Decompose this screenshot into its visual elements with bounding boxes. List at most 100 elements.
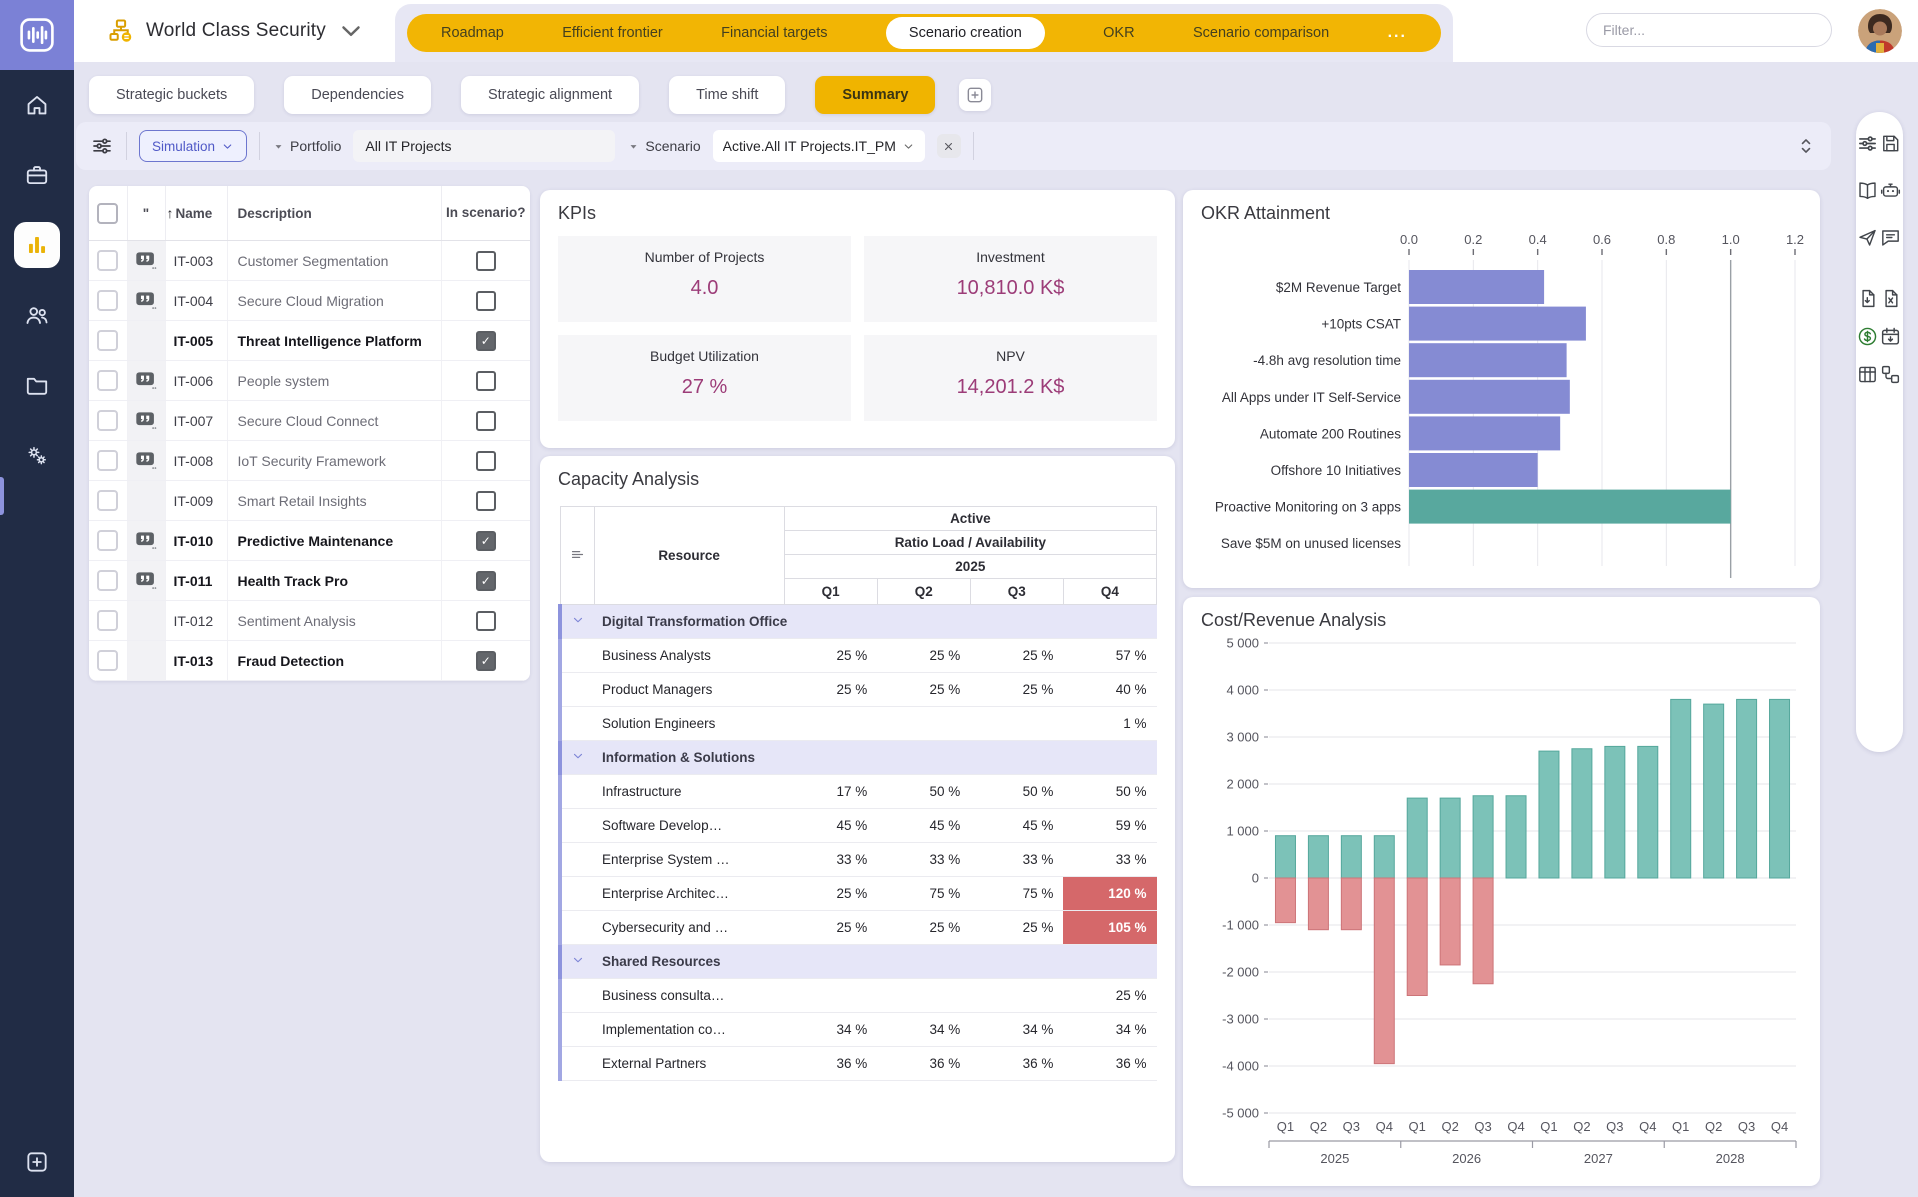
left-nav <box>0 70 74 490</box>
avatar[interactable] <box>1858 9 1902 53</box>
tab-okr[interactable]: OKR <box>1103 25 1134 41</box>
workspace-switcher[interactable]: World Class Security <box>106 0 366 62</box>
in-scenario-checkbox[interactable]: ✓ <box>476 651 496 671</box>
row-select-checkbox[interactable] <box>97 410 118 431</box>
in-scenario-checkbox[interactable] <box>476 371 496 391</box>
project-row: IT-011 Health Track Pro ✓ <box>89 561 530 601</box>
comment-icon[interactable] <box>1879 226 1902 249</box>
comment-bubble-icon[interactable] <box>135 291 157 311</box>
export-settings-icon[interactable] <box>1879 363 1902 386</box>
in-scenario-checkbox[interactable] <box>476 411 496 431</box>
comment-bubble-icon[interactable] <box>135 451 157 471</box>
capacity-menu-header[interactable] <box>560 507 594 605</box>
row-select-checkbox[interactable] <box>97 530 118 551</box>
app-logo[interactable] <box>0 0 74 70</box>
pdf-export-icon[interactable] <box>1856 287 1879 310</box>
row-select-checkbox[interactable] <box>97 450 118 471</box>
subtab-summary[interactable]: Summary <box>815 76 935 114</box>
scenario-select[interactable]: Active.All IT Projects.IT_PM <box>713 130 925 162</box>
excel-export-icon[interactable] <box>1879 287 1902 310</box>
in-scenario-checkbox[interactable] <box>476 611 496 631</box>
add-view-button[interactable] <box>959 79 991 111</box>
subtab-dependencies[interactable]: Dependencies <box>284 76 431 114</box>
row-select-checkbox[interactable] <box>97 650 118 671</box>
book-icon[interactable] <box>1856 179 1879 202</box>
sidebar-add-button[interactable] <box>0 1149 74 1175</box>
row-select-checkbox[interactable] <box>97 490 118 511</box>
comment-bubble-icon[interactable] <box>135 251 157 271</box>
calendar-export-icon[interactable] <box>1879 325 1902 348</box>
in-scenario-checkbox[interactable]: ✓ <box>476 531 496 551</box>
capacity-table: Resource Active Ratio Load / Availabilit… <box>558 506 1157 1081</box>
name-column-header[interactable]: ↑Name <box>165 186 227 241</box>
filter-input[interactable] <box>1586 13 1832 47</box>
subtab-time-shift[interactable]: Time shift <box>669 76 785 114</box>
capacity-value: 50 % <box>970 775 1063 809</box>
unfold-icon[interactable] <box>1795 135 1817 157</box>
row-select-checkbox[interactable] <box>97 610 118 631</box>
capacity-value: 50 % <box>877 775 970 809</box>
portfolio-input[interactable] <box>353 130 615 162</box>
capacity-group-digital-transformation-office[interactable]: Digital Transformation Office <box>560 605 1157 639</box>
subtab-strategic-alignment[interactable]: Strategic alignment <box>461 76 639 114</box>
send-icon[interactable] <box>1856 226 1879 249</box>
tab-scenario-creation[interactable]: Scenario creation <box>886 17 1045 49</box>
in-scenario-checkbox[interactable]: ✓ <box>476 571 496 591</box>
in-scenario-checkbox[interactable] <box>476 291 496 311</box>
tune-icon[interactable] <box>1856 132 1879 155</box>
capacity-row: Business consulta… 25 % <box>560 979 1157 1013</box>
svg-text:1.2: 1.2 <box>1786 232 1804 247</box>
svg-text:-2 000: -2 000 <box>1222 965 1259 980</box>
subtab-strategic-buckets[interactable]: Strategic buckets <box>89 76 254 114</box>
row-select-checkbox[interactable] <box>97 250 118 271</box>
select-all-checkbox[interactable] <box>97 203 118 224</box>
tab-scenario-comparison[interactable]: Scenario comparison <box>1193 25 1329 41</box>
money-icon[interactable] <box>1856 325 1879 348</box>
svg-text:-1 000: -1 000 <box>1222 918 1259 933</box>
description-column-header[interactable]: Description <box>227 186 441 241</box>
save-icon[interactable] <box>1879 132 1902 155</box>
comment-bubble-icon[interactable] <box>135 571 157 591</box>
resource-name: Software Develop… <box>594 809 784 843</box>
comment-bubble-icon[interactable] <box>135 411 157 431</box>
row-select-checkbox[interactable] <box>97 570 118 591</box>
comment-bubble-icon[interactable] <box>135 531 157 551</box>
project-row: IT-012 Sentiment Analysis <box>89 601 530 641</box>
in-scenario-checkbox[interactable]: ✓ <box>476 331 496 351</box>
nav-item-bar-chart-icon[interactable] <box>0 210 74 280</box>
table-export-icon[interactable] <box>1856 363 1879 386</box>
comment-bubble-icon[interactable] <box>135 371 157 391</box>
primary-tabs: Roadmap Efficient frontier Financial targe… <box>407 14 1441 52</box>
nav-item-home-icon[interactable] <box>0 70 74 140</box>
tab-financial-targets[interactable]: Financial targets <box>721 25 827 41</box>
capacity-value: 34 % <box>877 1013 970 1047</box>
chevron-down-icon <box>221 140 234 153</box>
nav-item-people-icon[interactable] <box>0 280 74 350</box>
robot-icon[interactable] <box>1879 179 1902 202</box>
capacity-row: Infrastructure 17 %50 %50 %50 % <box>560 775 1157 809</box>
quarter-header-q2: Q2 <box>877 579 970 605</box>
row-select-checkbox[interactable] <box>97 370 118 391</box>
capacity-value: 33 % <box>784 843 877 877</box>
view-subtabs: Strategic buckets Dependencies Strategic a… <box>89 76 991 114</box>
in-scenario-checkbox[interactable] <box>476 491 496 511</box>
capacity-value: 25 % <box>784 673 877 707</box>
tab-efficient-frontier[interactable]: Efficient frontier <box>562 25 662 41</box>
in-scenario-checkbox[interactable] <box>476 451 496 471</box>
scenario-clear-button[interactable] <box>937 134 961 158</box>
capacity-value: 36 % <box>1063 1047 1156 1081</box>
capacity-group-information-solutions[interactable]: Information & Solutions <box>560 741 1157 775</box>
row-select-checkbox[interactable] <box>97 330 118 351</box>
nav-item-gears-icon[interactable] <box>0 420 74 490</box>
capacity-group-shared-resources[interactable]: Shared Resources <box>560 945 1157 979</box>
simulation-dropdown[interactable]: Simulation <box>139 130 247 162</box>
in-scenario-checkbox[interactable] <box>476 251 496 271</box>
nav-item-briefcase-icon[interactable] <box>0 140 74 210</box>
nav-item-folder-icon[interactable] <box>0 350 74 420</box>
tune-icon[interactable] <box>90 134 114 158</box>
page-title: World Class Security <box>146 20 326 42</box>
row-select-checkbox[interactable] <box>97 290 118 311</box>
resource-name: Enterprise Architec… <box>594 877 784 911</box>
tab-roadmap[interactable]: Roadmap <box>441 25 504 41</box>
tab-more-menu[interactable]: ... <box>1388 24 1407 42</box>
